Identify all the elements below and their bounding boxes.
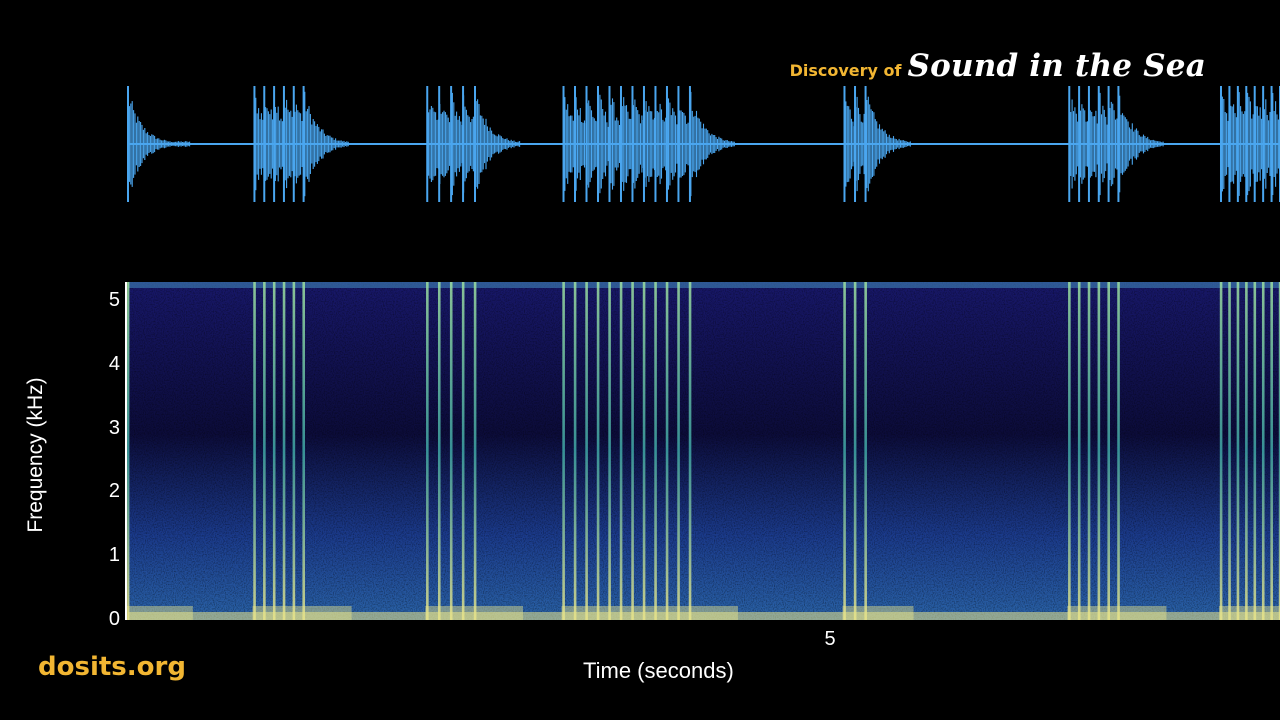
- spectrogram-click-stripe: [1253, 282, 1257, 620]
- spectrogram-click-stripe: [608, 282, 611, 620]
- brand-main-title: Sound in the Sea: [907, 48, 1206, 84]
- x-tick-label: 5: [824, 628, 836, 650]
- spectrogram-click-stripe: [1228, 282, 1231, 620]
- spectrogram-high-band: [128, 282, 1280, 288]
- spectrogram-click-stripe: [1068, 282, 1071, 620]
- spectrogram-click-stripe: [253, 282, 256, 620]
- spectrogram-plot: [125, 282, 1280, 620]
- spectrogram-click-glow: [425, 606, 524, 620]
- spectrogram-click-stripe: [292, 282, 296, 620]
- y-tick-label: 5: [108, 289, 120, 312]
- spectrogram-click-stripe: [272, 282, 276, 620]
- spectrogram-click-stripe: [461, 282, 465, 620]
- click-train-2: [426, 86, 521, 202]
- y-axis-label: Frequency (kHz): [24, 377, 47, 533]
- click-train-6: [1219, 86, 1280, 202]
- spectrogram-click-stripe: [1117, 282, 1120, 620]
- spectrogram-click-stripe: [642, 282, 646, 620]
- spectrogram-click-glow: [126, 606, 193, 620]
- spectrogram-click-stripe: [282, 282, 286, 620]
- y-tick-label: 0: [108, 608, 120, 630]
- spectrogram-click-glow: [842, 606, 914, 620]
- spectrogram-click-stripe: [843, 282, 846, 620]
- spectrogram-click-stripe: [263, 282, 266, 620]
- spectrogram-click-stripe: [473, 282, 477, 620]
- spectrogram-click-stripe: [437, 282, 441, 620]
- spectrogram-click-stripe: [585, 282, 588, 620]
- y-tick-label: 1: [108, 544, 120, 567]
- spectrogram-click-stripe: [853, 282, 857, 620]
- spectrogram-click-stripe: [677, 282, 680, 620]
- brand-prefix: Discovery of: [789, 61, 902, 80]
- spectrogram-click-stripe: [1219, 282, 1223, 620]
- spectrogram-click-stripe: [1261, 282, 1265, 620]
- waveform-plot: [127, 86, 1280, 202]
- spectrogram-click-glow: [561, 606, 738, 620]
- spectrogram-click-stripe: [562, 282, 565, 620]
- spectrogram-click-glow: [252, 606, 352, 620]
- brand-title: Discovery of Sound in the Sea: [790, 48, 1206, 84]
- y-tick-label: 2: [108, 480, 120, 503]
- spectrogram-click-stripe: [1270, 282, 1273, 620]
- spectrogram-click-stripe: [654, 282, 657, 620]
- spectrogram-click-stripe: [596, 282, 600, 620]
- spectrogram-click-stripe: [864, 282, 867, 620]
- spectrogram-click-stripe: [1077, 282, 1081, 620]
- spectrogram-click-stripe: [631, 282, 634, 620]
- spectrogram-click-stripe: [1236, 282, 1240, 620]
- y-tick-label: 3: [108, 416, 120, 439]
- spectrogram-click-stripe: [449, 282, 453, 620]
- spectrogram-noise: [128, 282, 1280, 620]
- spectrogram-click-stripe: [426, 282, 429, 620]
- spectrogram-click-stripe: [619, 282, 623, 620]
- spectrogram-click-stripe: [1097, 282, 1101, 620]
- spectrogram-click-stripe: [665, 282, 669, 620]
- spectrogram-click-glow: [1067, 606, 1167, 620]
- spectrogram-click-stripe: [302, 282, 306, 620]
- spectrogram-click-stripe: [1087, 282, 1091, 620]
- spectrogram-click-stripe: [688, 282, 692, 620]
- spectrogram-click-stripe: [1245, 282, 1248, 620]
- spectrogram-click-stripe: [573, 282, 577, 620]
- click-train-3: [562, 86, 735, 202]
- spectrogram-click-stripe: [126, 282, 130, 620]
- y-tick-label: 4: [108, 352, 120, 375]
- x-axis-label: Time (seconds): [583, 658, 734, 683]
- site-url: dosits.org: [38, 652, 186, 682]
- spectrogram-click-glow: [1218, 606, 1280, 620]
- spectrogram-click-stripe: [1107, 282, 1111, 620]
